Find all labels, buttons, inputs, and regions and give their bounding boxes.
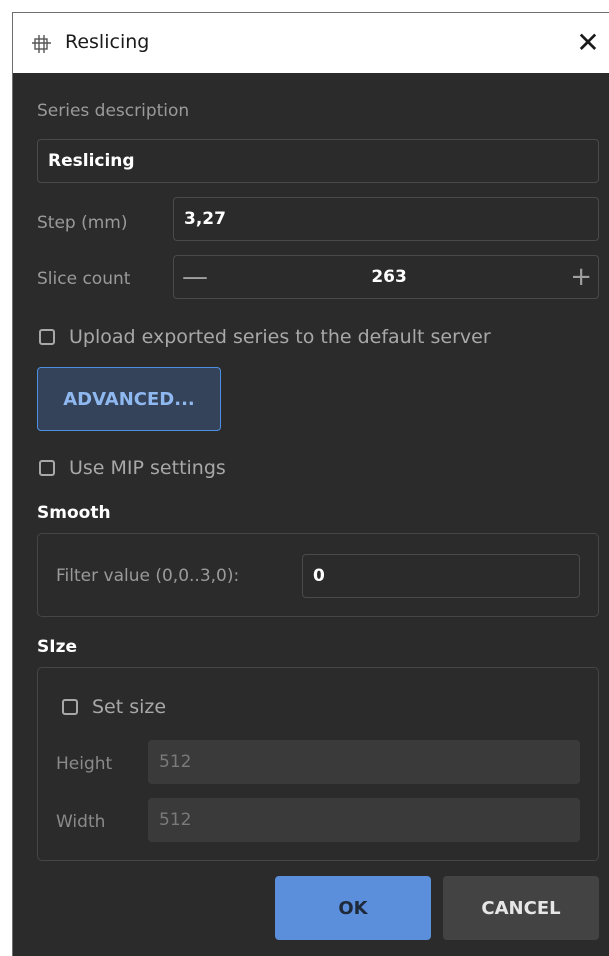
- size-title: SIze: [37, 637, 77, 657]
- decrement-button[interactable]: —: [182, 264, 208, 290]
- height-value: 512: [159, 752, 192, 772]
- filter-value: 0: [313, 566, 325, 586]
- width-value: 512: [159, 810, 192, 830]
- slice-count-value: 263: [371, 267, 407, 287]
- smooth-title: Smooth: [37, 503, 111, 523]
- step-input[interactable]: 3,27: [173, 197, 599, 241]
- step-value: 3,27: [184, 209, 226, 229]
- reslice-icon: [31, 33, 53, 55]
- series-description-input[interactable]: Reslicing: [37, 139, 599, 183]
- set-size-row: Set size: [62, 696, 166, 718]
- height-input[interactable]: 512: [148, 740, 580, 784]
- title-bar: Reslicing ✕: [13, 13, 609, 73]
- mip-label: Use MIP settings: [69, 457, 226, 479]
- upload-row: Upload exported series to the default se…: [39, 326, 491, 348]
- slice-count-stepper[interactable]: — 263 +: [173, 255, 599, 299]
- series-description-value: Reslicing: [48, 151, 135, 171]
- height-label: Height: [56, 754, 113, 774]
- smooth-group: Filter value (0,0..3,0): 0: [37, 533, 599, 617]
- upload-checkbox[interactable]: [39, 329, 55, 345]
- mip-row: Use MIP settings: [39, 457, 226, 479]
- filter-label: Filter value (0,0..3,0):: [56, 566, 240, 586]
- series-description-label: Series description: [37, 101, 190, 121]
- filter-input[interactable]: 0: [302, 554, 580, 598]
- width-label: Width: [56, 812, 106, 832]
- upload-label: Upload exported series to the default se…: [69, 326, 491, 348]
- advanced-button[interactable]: ADVANCED...: [37, 367, 221, 431]
- size-group: Set size Height 512 Width 512: [37, 667, 599, 861]
- cancel-button[interactable]: CANCEL: [443, 876, 599, 940]
- ok-button[interactable]: OK: [275, 876, 431, 940]
- dialog-title: Reslicing: [65, 31, 150, 53]
- width-input[interactable]: 512: [148, 798, 580, 842]
- slice-count-label: Slice count: [37, 269, 131, 289]
- increment-button[interactable]: +: [570, 264, 592, 290]
- close-icon[interactable]: ✕: [573, 26, 603, 59]
- set-size-checkbox[interactable]: [62, 699, 78, 715]
- mip-checkbox[interactable]: [39, 460, 55, 476]
- set-size-label: Set size: [92, 696, 167, 718]
- reslicing-dialog: Reslicing ✕ Series description Reslicing…: [12, 12, 609, 956]
- step-label: Step (mm): [37, 213, 128, 233]
